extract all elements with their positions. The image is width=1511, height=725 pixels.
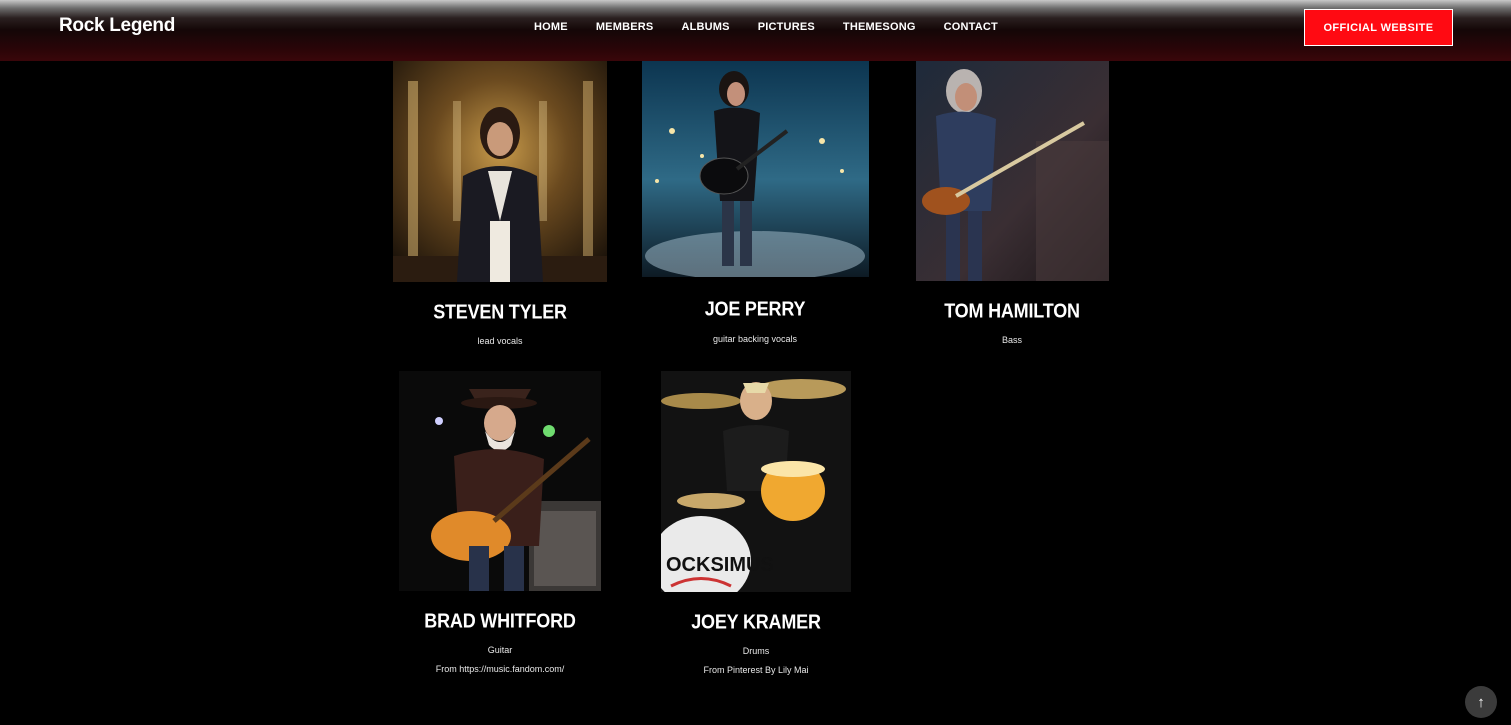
member-role: Guitar: [487, 645, 513, 655]
member-role: Drums: [742, 646, 770, 656]
member-photo-tom-hamilton[interactable]: [916, 61, 1109, 281]
nav-themesong[interactable]: THEMESONG: [843, 21, 916, 33]
photo-credit: From https://music.fandom.com/: [435, 664, 565, 674]
photo-credit: From Pinterest By Lily Mai: [703, 665, 809, 675]
nav-home[interactable]: HOME: [534, 21, 568, 33]
nav-contact[interactable]: CONTACT: [944, 21, 998, 33]
brad-whitford-image: [399, 371, 601, 591]
member-photo-joey-kramer[interactable]: OCKSIMUS: [661, 371, 851, 592]
tom-hamilton-image: [916, 61, 1109, 281]
svg-text:OCKSIMUS: OCKSIMUS: [666, 554, 774, 576]
nav-pictures[interactable]: PICTURES: [758, 21, 815, 33]
member-photo-steven-tyler[interactable]: [393, 61, 607, 282]
member-role: guitar backing vocals: [712, 334, 798, 344]
member-name: JOE PERRY: [704, 297, 806, 321]
official-website-button[interactable]: OFFICIAL WEBSITE: [1304, 9, 1453, 46]
member-role: Bass: [1001, 335, 1022, 345]
brand-logo[interactable]: Rock Legend: [59, 15, 175, 37]
member-name: BRAD WHITFORD: [424, 609, 576, 633]
nav-albums[interactable]: ALBUMS: [681, 21, 729, 33]
member-photo-joe-perry[interactable]: [642, 61, 869, 277]
steven-tyler-image: [393, 61, 607, 282]
arrow-up-icon: ↑: [1477, 693, 1485, 711]
page: Rock Legend HOME MEMBERS ALBUMS PICTURES…: [0, 0, 1511, 725]
joey-kramer-image: OCKSIMUS: [661, 371, 851, 592]
main-nav: HOME MEMBERS ALBUMS PICTURES THEMESONG C…: [534, 21, 998, 33]
scroll-to-top-button[interactable]: ↑: [1465, 686, 1497, 718]
site-header: Rock Legend HOME MEMBERS ALBUMS PICTURES…: [0, 0, 1511, 61]
joe-perry-image: [642, 61, 869, 277]
member-name: JOEY KRAMER: [691, 610, 821, 634]
nav-members[interactable]: MEMBERS: [596, 21, 654, 33]
member-photo-brad-whitford[interactable]: [399, 371, 601, 591]
member-name: TOM HAMILTON: [944, 299, 1080, 323]
